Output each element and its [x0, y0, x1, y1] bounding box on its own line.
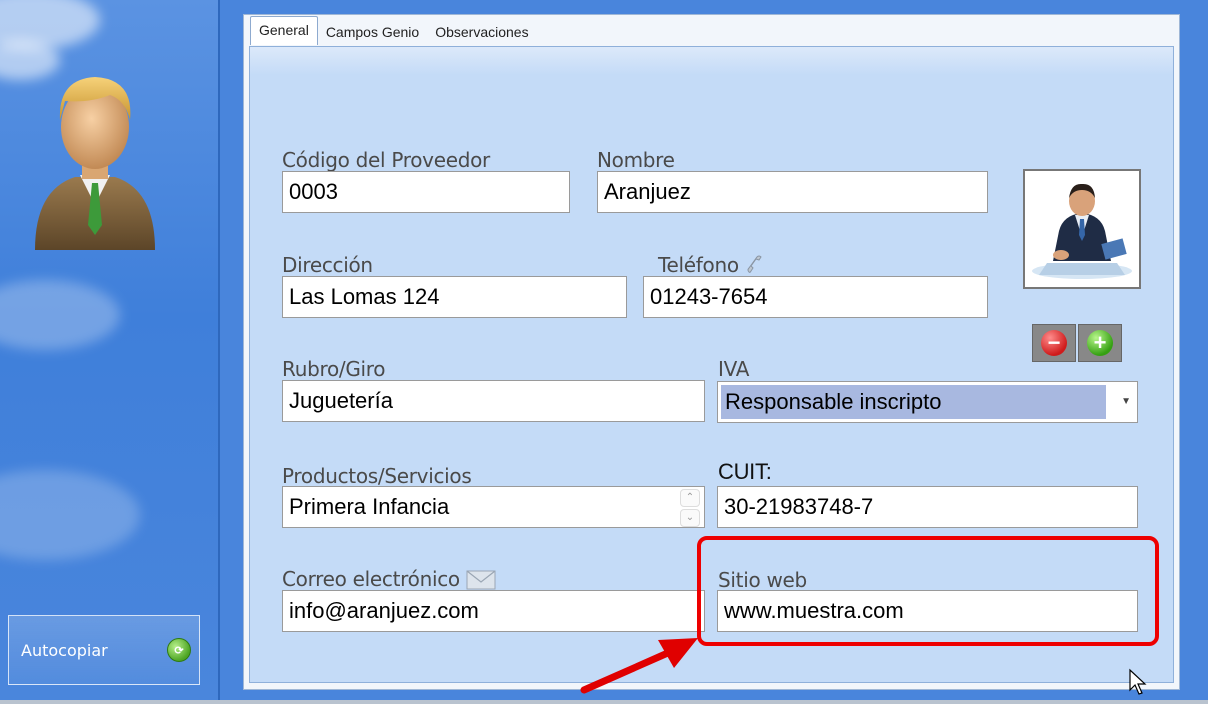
cloud-decoration [0, 470, 140, 560]
sync-icon: ⟳ [167, 638, 191, 662]
iva-select[interactable]: Responsable inscripto ▼ [717, 381, 1138, 423]
bottom-strip [0, 700, 1208, 704]
tab-general[interactable]: General [250, 16, 318, 45]
annotation-arrow-icon [580, 638, 698, 694]
content-header-gradient [250, 47, 1173, 75]
envelope-icon [466, 570, 496, 590]
rubro-label: Rubro/Giro [282, 357, 386, 381]
cuit-label: CUIT: [718, 459, 772, 484]
correo-field[interactable]: info@aranjuez.com [282, 590, 705, 632]
nombre-field[interactable]: Aranjuez [597, 171, 988, 213]
direccion-label: Dirección [282, 253, 373, 277]
iva-label: IVA [718, 357, 750, 381]
tab-bar: General Campos Genio Observaciones [250, 16, 537, 45]
productos-value: Primera Infancia [289, 494, 450, 519]
minus-icon: − [1041, 330, 1067, 356]
tab-observaciones[interactable]: Observaciones [427, 19, 536, 45]
plus-icon: + [1087, 330, 1113, 356]
codigo-field[interactable]: 0003 [282, 171, 570, 213]
user-avatar-icon [35, 77, 155, 250]
productos-label: Productos/Servicios [282, 464, 472, 488]
businessman-photo-icon [1025, 171, 1139, 287]
remove-photo-button[interactable]: − [1032, 324, 1076, 362]
cloud-decoration [0, 280, 120, 350]
scroll-down-icon[interactable]: ⌄ [680, 509, 700, 527]
sitio-web-highlight [697, 536, 1159, 646]
correo-label: Correo electrónico [282, 567, 460, 591]
rubro-field[interactable]: Juguetería [282, 380, 705, 422]
nombre-label: Nombre [597, 148, 675, 172]
phone-icon [747, 255, 762, 273]
productos-scroll[interactable]: ⌃ ⌄ [680, 489, 700, 527]
cuit-field[interactable]: 30-21983748-7 [717, 486, 1138, 528]
scroll-up-icon[interactable]: ⌃ [680, 489, 700, 507]
add-photo-button[interactable]: + [1078, 324, 1122, 362]
telefono-label: Teléfono [658, 253, 739, 277]
direccion-field[interactable]: Las Lomas 124 [282, 276, 627, 318]
supplier-photo[interactable] [1023, 169, 1141, 289]
iva-selected-value: Responsable inscripto [721, 385, 1106, 419]
autocopiar-label: Autocopiar [21, 640, 108, 660]
autocopiar-button[interactable]: Autocopiar ⟳ [8, 615, 200, 685]
tab-campos-genio[interactable]: Campos Genio [318, 19, 427, 45]
chevron-down-icon[interactable]: ▼ [1121, 396, 1131, 407]
telefono-label-wrap: Teléfono [658, 253, 763, 277]
sidebar: Autocopiar ⟳ [0, 0, 218, 704]
mouse-cursor-icon [1129, 668, 1147, 695]
correo-label-wrap: Correo electrónico [282, 567, 496, 591]
productos-field[interactable]: Primera Infancia ⌃ ⌄ [282, 486, 705, 528]
codigo-label: Código del Proveedor [282, 148, 490, 172]
telefono-field[interactable]: 01243-7654 [643, 276, 988, 318]
